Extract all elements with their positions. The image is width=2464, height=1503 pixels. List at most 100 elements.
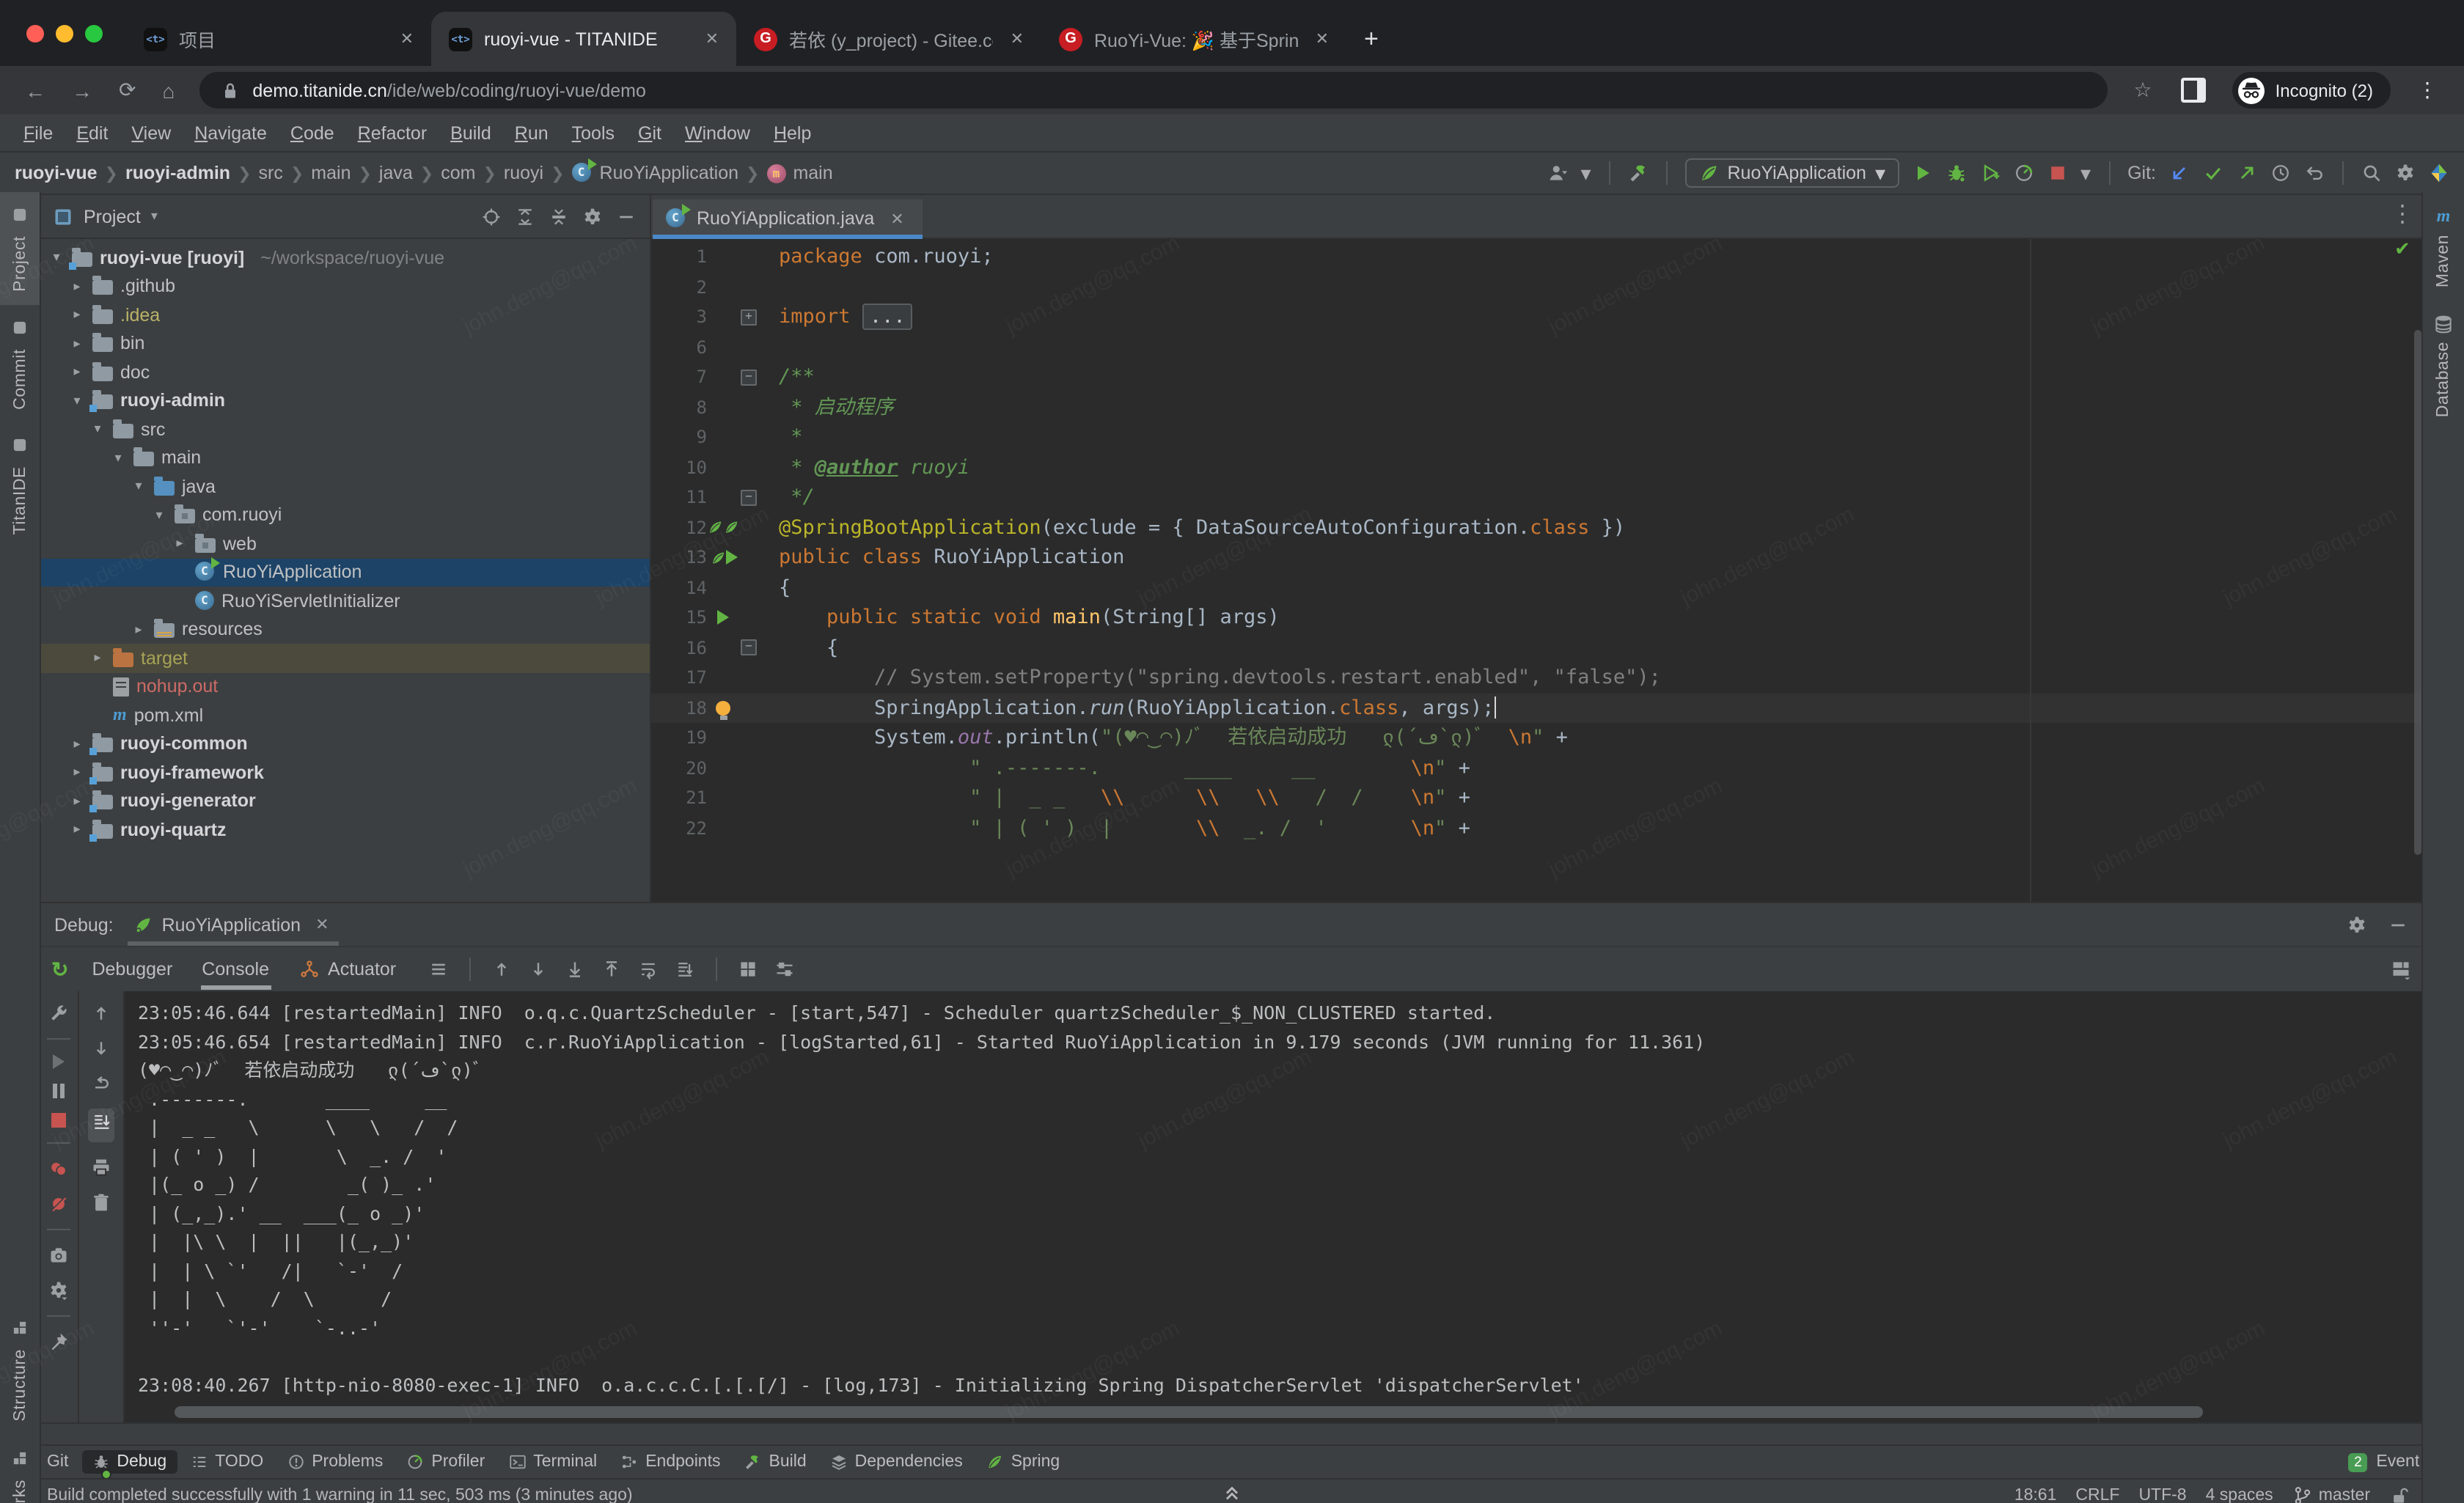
- intention-bulb-icon[interactable]: [716, 701, 730, 716]
- mute-breakpoints-icon[interactable]: [48, 1194, 69, 1214]
- code-area[interactable]: 1package com.ruoyi;23+import ...67−/**8 …: [651, 239, 2423, 902]
- code-line[interactable]: 19 System.out.println("(♥◠‿◠)ﾉﾞ 若依启动成功 ლ…: [651, 723, 2423, 753]
- browser-tab[interactable]: <t>ruoyi-vue - TITANIDE✕: [431, 12, 736, 66]
- code-line[interactable]: 22 " | ( ' ) | \\ _. / ' \n" +: [651, 813, 2423, 843]
- editor-tab[interactable]: C RuoYiApplication.java ✕: [653, 199, 923, 238]
- menu-file[interactable]: File: [12, 118, 65, 147]
- side-panel-icon[interactable]: [2182, 78, 2207, 103]
- rerun-icon[interactable]: ↻: [51, 959, 68, 980]
- back-icon[interactable]: ←: [15, 78, 56, 102]
- stop-icon[interactable]: [2047, 163, 2067, 183]
- tree-row[interactable]: ▸.idea: [40, 301, 650, 329]
- chevron-right-icon[interactable]: ▸: [69, 336, 85, 352]
- caret-position[interactable]: 18:61: [2014, 1486, 2057, 1503]
- menu-navigate[interactable]: Navigate: [183, 118, 279, 147]
- code-line[interactable]: 17 // System.setProperty("spring.devtool…: [651, 663, 2423, 693]
- stop-icon[interactable]: [51, 1113, 66, 1128]
- tab-close-icon[interactable]: ✕: [395, 26, 419, 51]
- chevron-right-icon[interactable]: ▸: [172, 536, 188, 552]
- indent-style[interactable]: 4 spaces: [2206, 1486, 2273, 1503]
- tree-row[interactable]: ▸ruoyi-generator: [40, 787, 650, 815]
- tree-row[interactable]: CRuoYiServletInitializer: [40, 587, 650, 615]
- breadcrumb-item[interactable]: mmain: [766, 163, 832, 183]
- bookmark-star-icon[interactable]: ☆: [2122, 78, 2163, 103]
- chevron-down-icon[interactable]: ▾: [151, 208, 158, 224]
- menu-tools[interactable]: Tools: [560, 118, 626, 147]
- debug-tab-debugger[interactable]: Debugger: [77, 952, 187, 987]
- code-line[interactable]: 16− {: [651, 633, 2423, 663]
- code-line[interactable]: 10 * @author ruoyi: [651, 452, 2423, 482]
- coverage-icon[interactable]: [1979, 163, 2000, 183]
- menu-view[interactable]: View: [120, 118, 183, 147]
- pause-icon[interactable]: [53, 1084, 65, 1098]
- toolwindow-profiler[interactable]: Profiler: [396, 1450, 495, 1474]
- close-window-button[interactable]: [26, 24, 44, 42]
- toolwindow-build[interactable]: Build: [734, 1450, 817, 1474]
- breakpoints-icon[interactable]: [48, 1158, 69, 1179]
- history-icon[interactable]: [2270, 163, 2291, 183]
- tree-row[interactable]: ▾ruoyi-vue [ruoyi]~/workspace/ruoyi-vue: [40, 243, 650, 272]
- chevron-right-icon[interactable]: ▸: [69, 736, 85, 752]
- tool-strip-maven[interactable]: mMaven: [2423, 192, 2464, 301]
- status-message[interactable]: Build completed successfully with 1 warn…: [47, 1486, 633, 1503]
- browser-tab[interactable]: G若依 (y_project) - Gitee.com✕: [736, 12, 1041, 66]
- run-line-icon[interactable]: [717, 611, 729, 625]
- menu-git[interactable]: Git: [626, 118, 673, 147]
- chevron-right-icon[interactable]: ▸: [89, 650, 106, 666]
- code-line[interactable]: 12@SpringBootApplication(exclude = { Dat…: [651, 512, 2423, 543]
- breadcrumb-item[interactable]: ruoyi-vue: [15, 163, 98, 183]
- trash-icon[interactable]: [91, 1192, 111, 1213]
- menu-help[interactable]: Help: [762, 118, 823, 147]
- code-line[interactable]: 21 " | _ _ \\ \\ \\ / / \n" +: [651, 783, 2423, 813]
- tree-row[interactable]: CRuoYiApplication: [40, 558, 650, 587]
- wrench-icon[interactable]: [48, 1003, 69, 1024]
- code-line[interactable]: 14{: [651, 573, 2423, 603]
- chevron-right-icon[interactable]: ▸: [69, 279, 85, 295]
- tree-row[interactable]: ▸resources: [40, 615, 650, 644]
- reload-icon[interactable]: ⟳: [109, 78, 146, 103]
- chevron-down-icon[interactable]: ▾: [131, 479, 147, 495]
- settings-icon[interactable]: [2347, 914, 2367, 935]
- tab-close-icon[interactable]: ✕: [1005, 26, 1030, 51]
- inspections-ok-icon[interactable]: ✔: [2394, 238, 2410, 261]
- push-icon[interactable]: [2237, 163, 2257, 183]
- tab-close-icon[interactable]: ✕: [1310, 26, 1335, 51]
- chevron-down-icon[interactable]: ▾: [151, 507, 167, 523]
- tool-strip-database[interactable]: Database: [2423, 301, 2464, 430]
- code-line[interactable]: 15 public static void main(String[] args…: [651, 603, 2423, 633]
- run-icon[interactable]: [1912, 163, 1932, 183]
- chevron-right-icon[interactable]: ▸: [69, 307, 85, 323]
- project-panel-title[interactable]: Project: [84, 206, 141, 227]
- address-bar[interactable]: demo.titanide.cn/ide/web/coding/ruoyi-vu…: [199, 72, 2107, 109]
- search-icon[interactable]: [2361, 163, 2382, 183]
- chevron-right-icon[interactable]: ▸: [131, 622, 147, 638]
- printer-icon[interactable]: [91, 1157, 111, 1177]
- home-icon[interactable]: ⌂: [152, 78, 185, 102]
- toolwindow-problems[interactable]: Problems: [276, 1450, 393, 1474]
- tree-row[interactable]: ▾ruoyi-admin: [40, 386, 650, 415]
- code-line[interactable]: 7−/**: [651, 362, 2423, 392]
- down-bar-icon[interactable]: [91, 1038, 111, 1059]
- code-line[interactable]: 8 * 启动程序: [651, 392, 2423, 422]
- scroll-to-end-button[interactable]: [88, 1109, 114, 1142]
- maximize-window-button[interactable]: [85, 24, 103, 42]
- debug-session-tab[interactable]: RuoYiApplication ✕: [120, 903, 348, 946]
- update-icon[interactable]: [2169, 163, 2190, 183]
- run-class-icon[interactable]: [725, 550, 737, 565]
- fold-marker-icon[interactable]: −: [741, 490, 757, 506]
- up-bar-icon[interactable]: [491, 959, 512, 980]
- revert-icon[interactable]: [2304, 163, 2325, 183]
- hammer-icon[interactable]: [1628, 163, 1649, 183]
- breadcrumb-item[interactable]: main: [311, 163, 351, 183]
- code-line[interactable]: 1package com.ruoyi;: [651, 242, 2423, 272]
- resume-icon[interactable]: [53, 1054, 65, 1069]
- close-icon[interactable]: ✕: [309, 912, 334, 937]
- tree-row[interactable]: ▸ruoyi-quartz: [40, 815, 650, 844]
- tree-row[interactable]: ▾src: [40, 415, 650, 444]
- chrome-menu-icon[interactable]: ⋮: [2405, 78, 2449, 103]
- forward-icon[interactable]: →: [62, 78, 103, 102]
- tool-strip-bookmarks[interactable]: Bookmarks: [0, 1436, 40, 1503]
- git-branch-widget[interactable]: master: [2292, 1485, 2370, 1503]
- tool-strip-commit[interactable]: Commit: [0, 305, 40, 423]
- close-icon[interactable]: ✕: [884, 206, 909, 231]
